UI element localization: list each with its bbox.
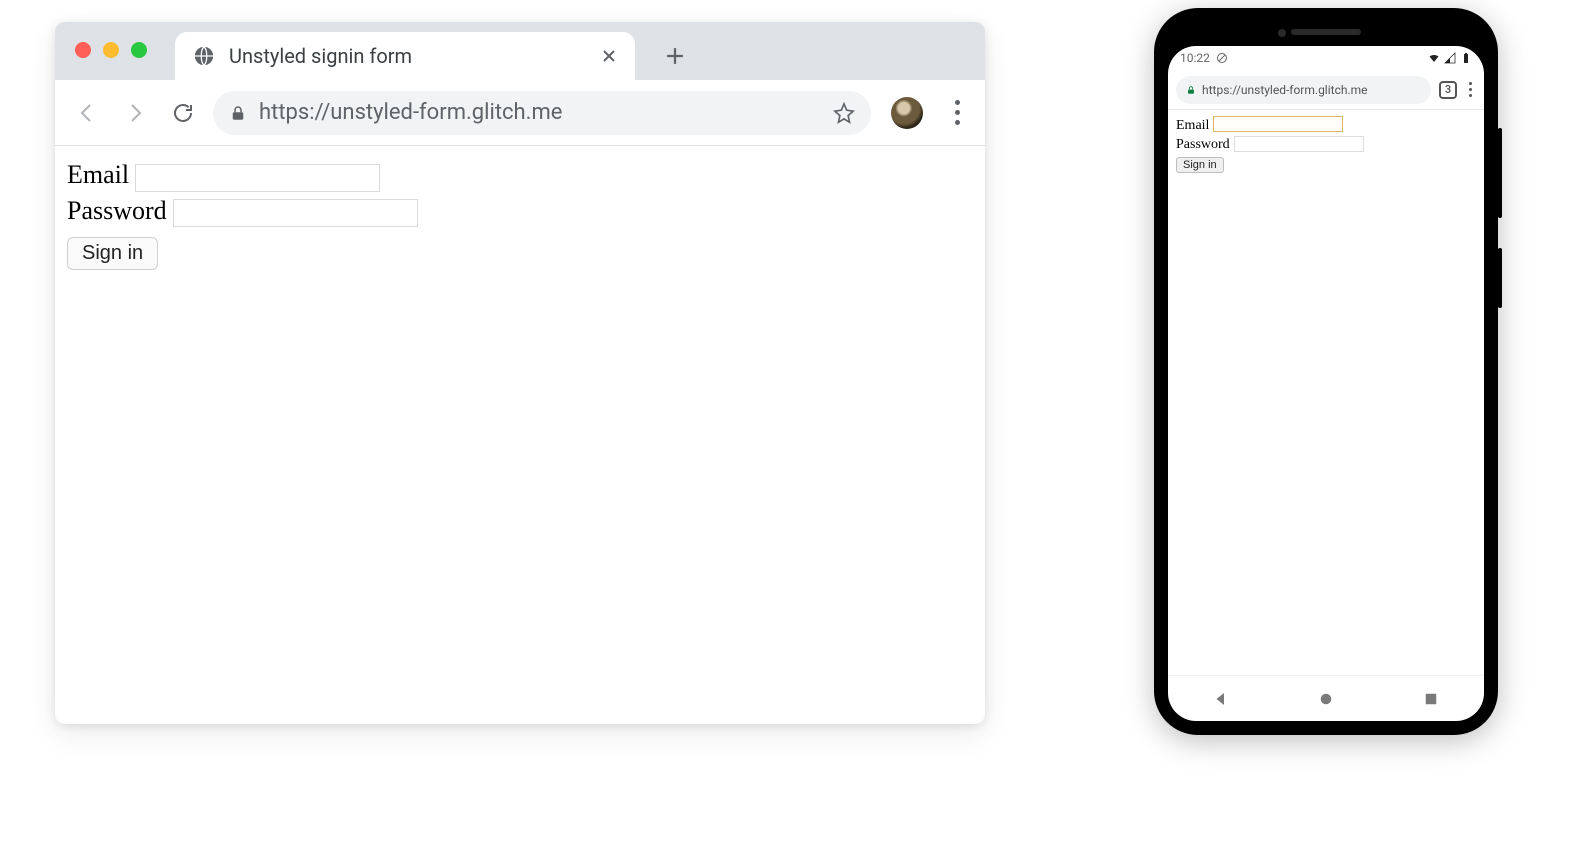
back-button[interactable] [69,95,105,131]
back-arrow-icon [75,101,99,125]
browser-toolbar: https://unstyled-form.glitch.me [55,80,985,146]
tab-switcher-button[interactable]: 3 [1439,81,1457,99]
kebab-dot-icon [1469,88,1472,91]
phone-screen: 10:22 https://unstyled-form.glitch.me [1168,46,1484,721]
phone-camera-icon [1278,29,1286,37]
status-left: 10:22 [1180,51,1228,65]
android-home-icon[interactable] [1317,690,1335,708]
browser-tab[interactable]: Unstyled signin form [175,32,635,80]
mobile-password-input[interactable] [1234,136,1364,152]
password-label: Password [67,196,167,226]
mobile-toolbar: https://unstyled-form.glitch.me 3 [1168,70,1484,110]
signal-icon [1444,52,1456,64]
mobile-password-row: Password [1176,136,1476,154]
mobile-address-bar[interactable]: https://unstyled-form.glitch.me [1176,76,1431,104]
status-time: 10:22 [1180,51,1210,65]
mobile-url-text: https://unstyled-form.glitch.me [1202,83,1368,97]
kebab-dot-icon [955,110,960,115]
email-row: Email [67,160,973,192]
android-back-icon[interactable] [1212,690,1230,708]
mobile-email-label: Email [1176,118,1209,134]
forward-arrow-icon [123,101,147,125]
lock-icon [1186,85,1196,95]
minimize-window-button[interactable] [103,42,119,58]
battery-icon [1460,52,1472,64]
do-not-disturb-icon [1216,52,1228,64]
kebab-dot-icon [1469,94,1472,97]
android-recents-icon[interactable] [1422,690,1440,708]
kebab-dot-icon [955,100,960,105]
status-right [1428,52,1472,64]
plus-icon [666,47,684,65]
mobile-page-content: Email Password Sign in [1168,110,1484,675]
signin-button[interactable]: Sign in [67,237,158,270]
mobile-signin-button[interactable]: Sign in [1176,157,1224,173]
page-content: Email Password Sign in [55,146,985,284]
android-nav-bar [1168,675,1484,721]
reload-button[interactable] [165,95,201,131]
kebab-dot-icon [1469,82,1472,85]
android-status-bar: 10:22 [1168,46,1484,70]
password-row: Password [67,196,973,228]
phone-hardware-top [1168,22,1484,42]
mobile-password-label: Password [1176,137,1230,153]
profile-avatar[interactable] [891,97,923,129]
kebab-dot-icon [955,120,960,125]
address-bar[interactable]: https://unstyled-form.glitch.me [213,91,871,135]
mobile-email-row: Email [1176,116,1476,134]
bookmark-star-icon[interactable] [833,102,855,124]
globe-icon [193,45,215,67]
window-controls [75,42,147,58]
browser-tab-bar: Unstyled signin form [55,22,985,80]
browser-menu-button[interactable] [943,99,971,127]
phone-speaker-icon [1291,29,1361,35]
forward-button[interactable] [117,95,153,131]
wifi-icon [1428,52,1440,64]
email-input[interactable] [135,164,380,192]
lock-icon [229,104,247,122]
phone-device-frame: 10:22 https://unstyled-form.glitch.me [1154,8,1498,735]
new-tab-button[interactable] [655,36,695,76]
tab-title: Unstyled signin form [229,44,601,68]
maximize-window-button[interactable] [131,42,147,58]
reload-icon [171,101,195,125]
close-window-button[interactable] [75,42,91,58]
email-label: Email [67,160,129,190]
mobile-menu-button[interactable] [1465,78,1476,101]
close-tab-icon[interactable] [601,48,617,64]
mobile-email-input[interactable] [1213,116,1343,132]
desktop-browser-window: Unstyled signin form https: [55,22,985,724]
url-text: https://unstyled-form.glitch.me [259,100,821,125]
password-input[interactable] [173,199,418,227]
